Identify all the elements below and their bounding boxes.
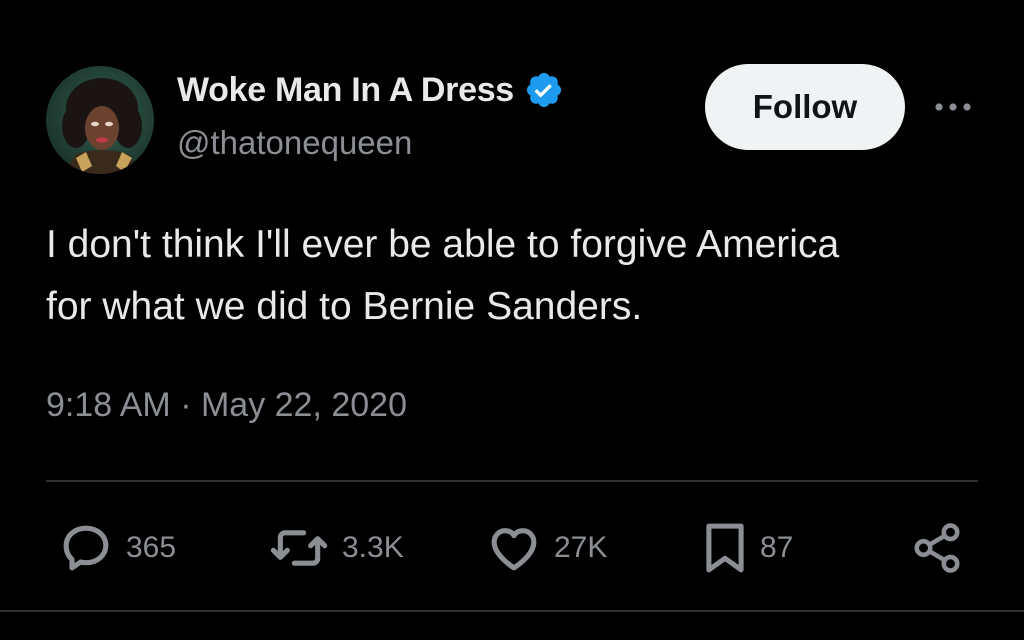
like-button[interactable]: 27K: [486, 520, 607, 576]
follow-button[interactable]: Follow: [705, 64, 905, 150]
share-icon: [914, 523, 960, 573]
author-name-row[interactable]: Woke Man In A Dress: [177, 70, 564, 110]
divider: [0, 610, 1024, 612]
reply-icon: [63, 525, 109, 571]
tweet-text-line: I don't think I'll ever be able to forgi…: [46, 223, 840, 266]
retweet-button[interactable]: 3.3K: [268, 520, 404, 576]
divider: [46, 480, 978, 482]
verified-badge-icon: [524, 70, 564, 110]
bookmark-count: 87: [760, 531, 794, 564]
more-horizontal-icon[interactable]: [932, 92, 974, 122]
reply-button[interactable]: 365: [58, 520, 176, 576]
tweet-timestamp[interactable]: 9:18 AM · May 22, 2020: [46, 386, 407, 425]
retweet-count: 3.3K: [342, 531, 404, 564]
retweet-icon: [270, 530, 328, 566]
reply-count: 365: [126, 531, 177, 564]
share-button[interactable]: [910, 520, 964, 576]
author-display-name[interactable]: Woke Man In A Dress: [177, 71, 514, 110]
author-handle[interactable]: @thatonequeen: [177, 124, 412, 162]
profile-photo-icon: [62, 78, 142, 174]
bookmark-button[interactable]: 87: [702, 520, 793, 576]
tweet-text: I don't think I'll ever be able to forgi…: [46, 214, 996, 338]
avatar[interactable]: [46, 66, 154, 174]
tweet-text-line: for what we did to Bernie Sanders.: [46, 285, 643, 328]
bookmark-icon: [706, 523, 744, 573]
heart-icon: [491, 528, 537, 571]
like-count: 27K: [554, 531, 608, 564]
